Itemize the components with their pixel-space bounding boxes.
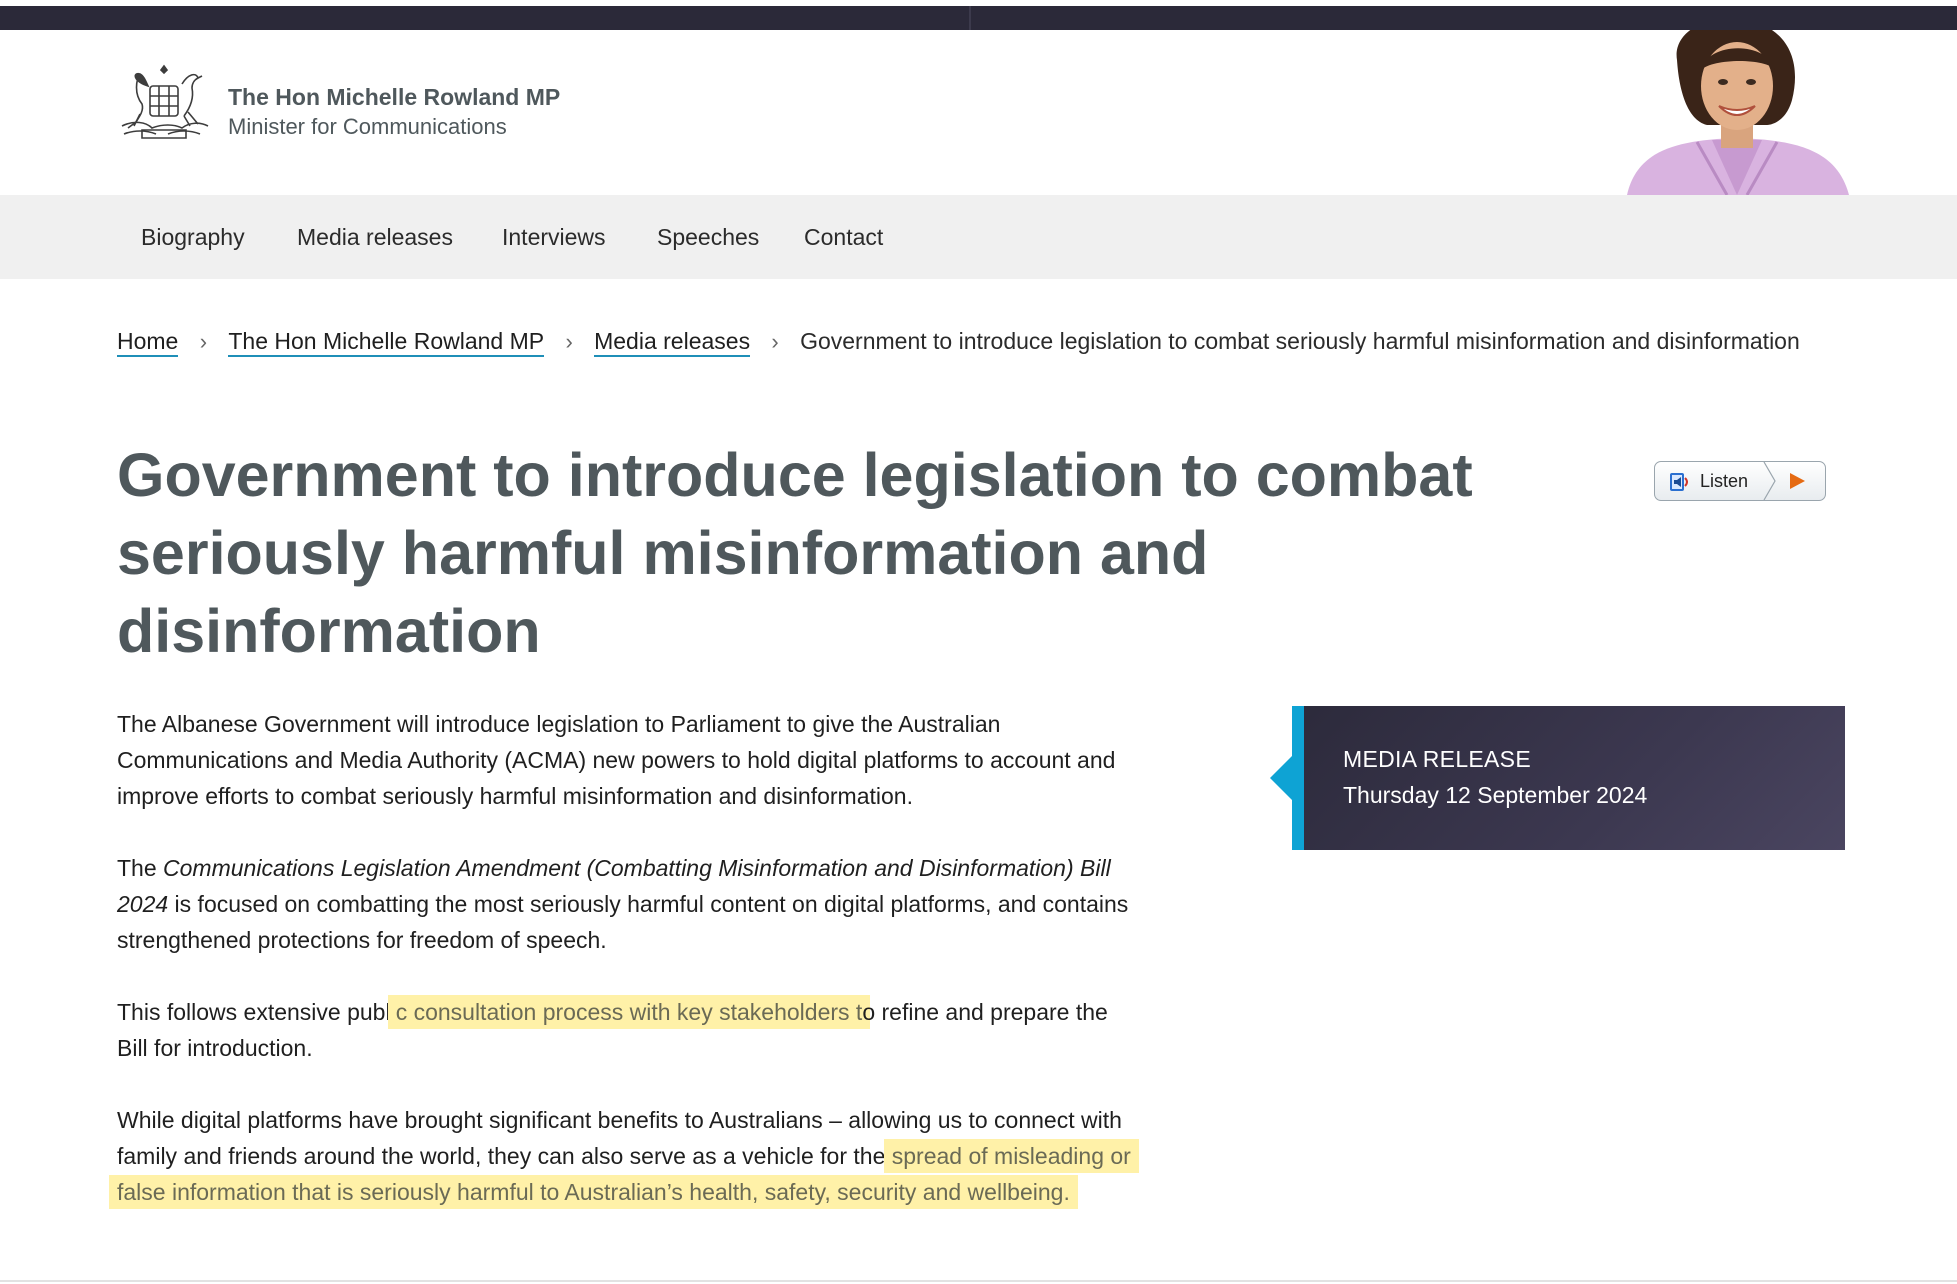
p2-suffix: is focused on combatting the most seriou…	[117, 891, 1129, 953]
breadcrumb-minister[interactable]: The Hon Michelle Rowland MP	[228, 328, 545, 357]
nav-item-media-releases[interactable]: Media releases	[297, 195, 453, 279]
page-title: Government to introduce legislation to c…	[117, 441, 1473, 665]
paragraph-1: The Albanese Government will introduce l…	[117, 711, 1116, 809]
chevron-right-icon: ›	[771, 329, 779, 354]
article-body: The Albanese Government will introduce l…	[109, 706, 1142, 1246]
nav-item-contact[interactable]: Contact	[804, 195, 883, 279]
nav-item-speeches[interactable]: Speeches	[657, 195, 759, 279]
top-band-divider	[969, 6, 971, 30]
chevron-right-icon: ›	[565, 329, 573, 354]
breadcrumb-home[interactable]: Home	[117, 328, 179, 357]
play-icon[interactable]	[1787, 471, 1807, 491]
p3-prefix: This follows extensive publi	[117, 999, 396, 1025]
nav-item-biography[interactable]: Biography	[141, 195, 245, 279]
speaker-icon	[1670, 473, 1688, 491]
media-release-info: MEDIA RELEASE Thursday 12 September 2024	[1270, 706, 1845, 850]
minister-role: Minister for Communications	[228, 114, 507, 139]
chevron-right-icon: ›	[199, 329, 208, 354]
site-header: The Hon Michelle Rowland MP Minister for…	[0, 30, 1957, 195]
breadcrumb: Home › The Hon Michelle Rowland MP › Media r…	[117, 323, 1817, 360]
listen-label: Listen	[1700, 471, 1749, 491]
release-date: Thursday 12 September 2024	[1343, 782, 1648, 808]
paragraph-4: While digital platforms have brought sig…	[109, 1102, 1142, 1210]
paragraph-3: This follows extensive public consultati…	[117, 994, 1142, 1066]
listen-divider	[1763, 462, 1776, 500]
main-navigation: Biography Media releases Interviews Spee…	[0, 195, 1957, 279]
paragraph-2: The Communications Legislation Amendment…	[117, 850, 1142, 958]
breadcrumb-current: Government to introduce legislation to c…	[800, 328, 1800, 354]
breadcrumb-media-releases[interactable]: Media releases	[594, 328, 751, 357]
minister-name[interactable]: The Hon Michelle Rowland MP	[228, 84, 560, 111]
release-type: MEDIA RELEASE	[1343, 746, 1531, 772]
listen-button[interactable]: Listen	[1654, 461, 1826, 501]
bottom-divider	[0, 1280, 1957, 1282]
minister-portrait	[1627, 30, 1849, 195]
coat-of-arms-icon[interactable]	[112, 64, 216, 144]
pointer-arrow-icon	[1270, 756, 1292, 800]
top-band	[0, 6, 1957, 30]
highlighted-text: c consultation process with key stakehol…	[387, 995, 871, 1029]
nav-item-interviews[interactable]: Interviews	[502, 195, 606, 279]
p2-prefix: The	[117, 855, 164, 881]
top-bar	[0, 0, 1957, 30]
accent-bar	[1292, 706, 1304, 850]
